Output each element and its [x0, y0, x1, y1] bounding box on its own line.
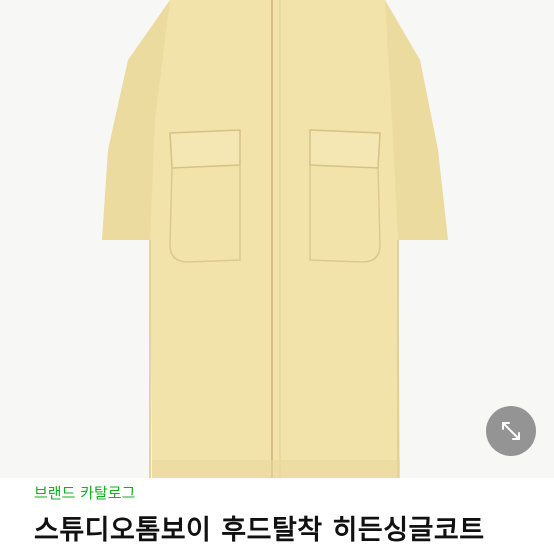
product-title: 스튜디오톰보이 후드탈착 히든싱글코트 [34, 515, 485, 546]
expand-arrows-icon [502, 422, 520, 440]
product-image[interactable] [0, 0, 554, 478]
product-info: 브랜드 카탈로그 스튜디오톰보이 후드탈착 히든싱글코트 [0, 478, 554, 554]
coat-illustration [102, 0, 448, 478]
brand-catalog-link[interactable]: 브랜드 카탈로그 [34, 482, 135, 503]
expand-image-button[interactable] [486, 406, 536, 456]
